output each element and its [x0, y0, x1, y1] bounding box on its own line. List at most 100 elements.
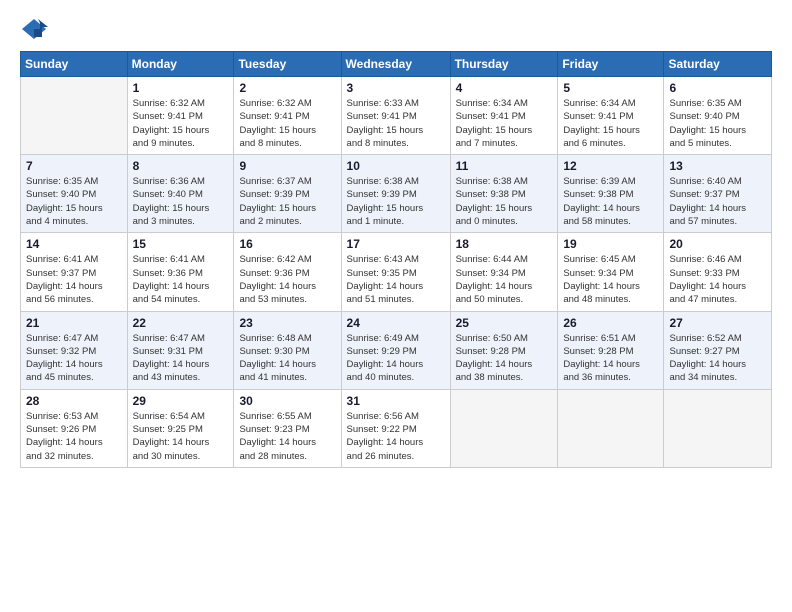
calendar-container: SundayMondayTuesdayWednesdayThursdayFrid… — [0, 0, 792, 612]
day-info: Sunrise: 6:42 AM Sunset: 9:36 PM Dayligh… — [239, 253, 335, 306]
day-number: 17 — [347, 237, 445, 251]
week-row: 1 Sunrise: 6:32 AM Sunset: 9:41 PM Daylig… — [21, 77, 772, 155]
col-header-friday: Friday — [558, 52, 664, 77]
day-cell: 1 Sunrise: 6:32 AM Sunset: 9:41 PM Daylig… — [127, 77, 234, 155]
day-number: 26 — [563, 316, 658, 330]
day-info: Sunrise: 6:47 AM Sunset: 9:32 PM Dayligh… — [26, 332, 122, 385]
day-cell: 16 Sunrise: 6:42 AM Sunset: 9:36 PM Dayli… — [234, 233, 341, 311]
calendar-table: SundayMondayTuesdayWednesdayThursdayFrid… — [20, 51, 772, 468]
day-number: 9 — [239, 159, 335, 173]
day-cell: 22 Sunrise: 6:47 AM Sunset: 9:31 PM Dayli… — [127, 311, 234, 389]
day-cell: 30 Sunrise: 6:55 AM Sunset: 9:23 PM Dayli… — [234, 389, 341, 467]
day-cell: 29 Sunrise: 6:54 AM Sunset: 9:25 PM Dayli… — [127, 389, 234, 467]
day-info: Sunrise: 6:50 AM Sunset: 9:28 PM Dayligh… — [456, 332, 553, 385]
day-number: 28 — [26, 394, 122, 408]
day-info: Sunrise: 6:44 AM Sunset: 9:34 PM Dayligh… — [456, 253, 553, 306]
day-cell: 27Sunrise: 6:52 AM Sunset: 9:27 PM Dayli… — [664, 311, 772, 389]
day-info: Sunrise: 6:45 AM Sunset: 9:34 PM Dayligh… — [563, 253, 658, 306]
day-cell — [558, 389, 664, 467]
week-row: 28 Sunrise: 6:53 AM Sunset: 9:26 PM Dayli… — [21, 389, 772, 467]
day-cell: 28 Sunrise: 6:53 AM Sunset: 9:26 PM Dayli… — [21, 389, 128, 467]
day-number: 25 — [456, 316, 553, 330]
day-number: 22 — [133, 316, 229, 330]
day-cell: 3Sunrise: 6:33 AM Sunset: 9:41 PM Daylig… — [341, 77, 450, 155]
day-info: Sunrise: 6:32 AM Sunset: 9:41 PM Dayligh… — [133, 97, 229, 150]
day-cell — [450, 389, 558, 467]
day-number: 15 — [133, 237, 229, 251]
day-info: Sunrise: 6:36 AM Sunset: 9:40 PM Dayligh… — [133, 175, 229, 228]
day-number: 1 — [133, 81, 229, 95]
day-cell: 31Sunrise: 6:56 AM Sunset: 9:22 PM Dayli… — [341, 389, 450, 467]
day-cell: 4 Sunrise: 6:34 AM Sunset: 9:41 PM Daylig… — [450, 77, 558, 155]
day-info: Sunrise: 6:52 AM Sunset: 9:27 PM Dayligh… — [669, 332, 766, 385]
day-info: Sunrise: 6:34 AM Sunset: 9:41 PM Dayligh… — [563, 97, 658, 150]
day-cell: 21 Sunrise: 6:47 AM Sunset: 9:32 PM Dayli… — [21, 311, 128, 389]
day-info: Sunrise: 6:41 AM Sunset: 9:36 PM Dayligh… — [133, 253, 229, 306]
day-cell: 11 Sunrise: 6:38 AM Sunset: 9:38 PM Dayli… — [450, 155, 558, 233]
col-header-wednesday: Wednesday — [341, 52, 450, 77]
day-number: 19 — [563, 237, 658, 251]
day-number: 6 — [669, 81, 766, 95]
day-info: Sunrise: 6:40 AM Sunset: 9:37 PM Dayligh… — [669, 175, 766, 228]
day-number: 4 — [456, 81, 553, 95]
day-number: 30 — [239, 394, 335, 408]
day-info: Sunrise: 6:34 AM Sunset: 9:41 PM Dayligh… — [456, 97, 553, 150]
logo-icon — [20, 15, 48, 43]
day-cell: 13 Sunrise: 6:40 AM Sunset: 9:37 PM Dayli… — [664, 155, 772, 233]
day-number: 5 — [563, 81, 658, 95]
day-cell: 10 Sunrise: 6:38 AM Sunset: 9:39 PM Dayli… — [341, 155, 450, 233]
day-cell: 14Sunrise: 6:41 AM Sunset: 9:37 PM Dayli… — [21, 233, 128, 311]
day-cell: 24Sunrise: 6:49 AM Sunset: 9:29 PM Dayli… — [341, 311, 450, 389]
day-cell: 2 Sunrise: 6:32 AM Sunset: 9:41 PM Daylig… — [234, 77, 341, 155]
day-cell: 26 Sunrise: 6:51 AM Sunset: 9:28 PM Dayli… — [558, 311, 664, 389]
day-cell: 12 Sunrise: 6:39 AM Sunset: 9:38 PM Dayli… — [558, 155, 664, 233]
day-number: 7 — [26, 159, 122, 173]
day-cell: 7 Sunrise: 6:35 AM Sunset: 9:40 PM Daylig… — [21, 155, 128, 233]
day-number: 16 — [239, 237, 335, 251]
day-info: Sunrise: 6:48 AM Sunset: 9:30 PM Dayligh… — [239, 332, 335, 385]
day-number: 3 — [347, 81, 445, 95]
day-info: Sunrise: 6:38 AM Sunset: 9:39 PM Dayligh… — [347, 175, 445, 228]
day-cell — [664, 389, 772, 467]
day-number: 29 — [133, 394, 229, 408]
col-header-tuesday: Tuesday — [234, 52, 341, 77]
day-info: Sunrise: 6:46 AM Sunset: 9:33 PM Dayligh… — [669, 253, 766, 306]
day-cell: 25 Sunrise: 6:50 AM Sunset: 9:28 PM Dayli… — [450, 311, 558, 389]
day-info: Sunrise: 6:39 AM Sunset: 9:38 PM Dayligh… — [563, 175, 658, 228]
week-row: 7 Sunrise: 6:35 AM Sunset: 9:40 PM Daylig… — [21, 155, 772, 233]
header — [20, 15, 772, 43]
day-info: Sunrise: 6:47 AM Sunset: 9:31 PM Dayligh… — [133, 332, 229, 385]
day-info: Sunrise: 6:54 AM Sunset: 9:25 PM Dayligh… — [133, 410, 229, 463]
day-info: Sunrise: 6:38 AM Sunset: 9:38 PM Dayligh… — [456, 175, 553, 228]
day-number: 13 — [669, 159, 766, 173]
day-info: Sunrise: 6:35 AM Sunset: 9:40 PM Dayligh… — [26, 175, 122, 228]
day-number: 12 — [563, 159, 658, 173]
day-info: Sunrise: 6:51 AM Sunset: 9:28 PM Dayligh… — [563, 332, 658, 385]
day-number: 23 — [239, 316, 335, 330]
logo — [20, 15, 52, 43]
day-info: Sunrise: 6:55 AM Sunset: 9:23 PM Dayligh… — [239, 410, 335, 463]
day-info: Sunrise: 6:53 AM Sunset: 9:26 PM Dayligh… — [26, 410, 122, 463]
col-header-saturday: Saturday — [664, 52, 772, 77]
day-cell: 9Sunrise: 6:37 AM Sunset: 9:39 PM Daylig… — [234, 155, 341, 233]
day-cell: 6Sunrise: 6:35 AM Sunset: 9:40 PM Daylig… — [664, 77, 772, 155]
day-number: 2 — [239, 81, 335, 95]
day-cell: 5 Sunrise: 6:34 AM Sunset: 9:41 PM Daylig… — [558, 77, 664, 155]
day-cell: 15 Sunrise: 6:41 AM Sunset: 9:36 PM Dayli… — [127, 233, 234, 311]
day-cell — [21, 77, 128, 155]
day-number: 31 — [347, 394, 445, 408]
day-cell: 23 Sunrise: 6:48 AM Sunset: 9:30 PM Dayli… — [234, 311, 341, 389]
day-number: 21 — [26, 316, 122, 330]
col-header-monday: Monday — [127, 52, 234, 77]
week-row: 21 Sunrise: 6:47 AM Sunset: 9:32 PM Dayli… — [21, 311, 772, 389]
day-cell: 20Sunrise: 6:46 AM Sunset: 9:33 PM Dayli… — [664, 233, 772, 311]
header-row: SundayMondayTuesdayWednesdayThursdayFrid… — [21, 52, 772, 77]
day-number: 10 — [347, 159, 445, 173]
col-header-sunday: Sunday — [21, 52, 128, 77]
day-cell: 17Sunrise: 6:43 AM Sunset: 9:35 PM Dayli… — [341, 233, 450, 311]
day-cell: 8Sunrise: 6:36 AM Sunset: 9:40 PM Daylig… — [127, 155, 234, 233]
day-info: Sunrise: 6:32 AM Sunset: 9:41 PM Dayligh… — [239, 97, 335, 150]
day-info: Sunrise: 6:41 AM Sunset: 9:37 PM Dayligh… — [26, 253, 122, 306]
day-number: 11 — [456, 159, 553, 173]
day-number: 24 — [347, 316, 445, 330]
